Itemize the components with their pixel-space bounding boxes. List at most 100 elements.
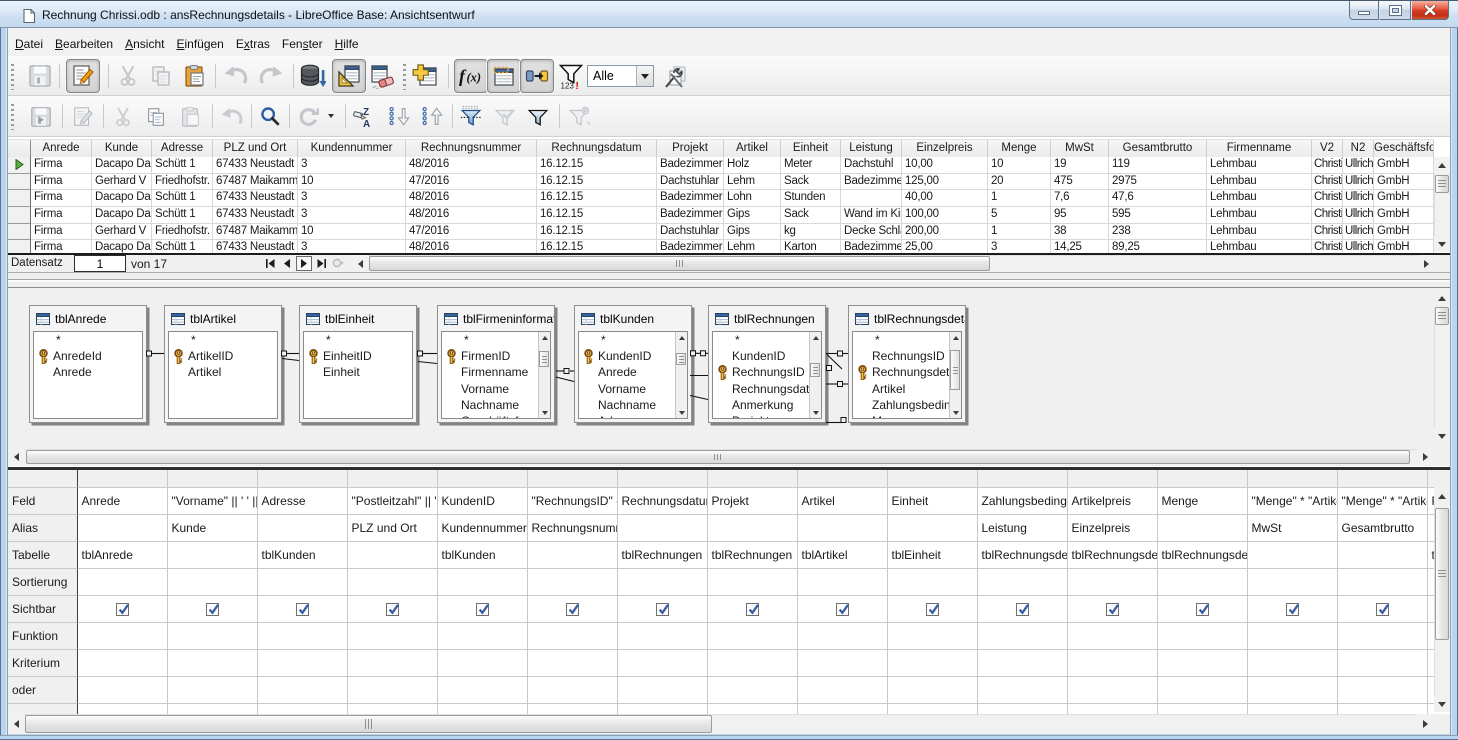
table-cell[interactable]: 595 [1109, 207, 1207, 224]
table-cell[interactable]: Dacapo Dac [92, 207, 152, 224]
grid-cell-oder[interactable] [258, 677, 348, 704]
scroll-down-arrow[interactable] [950, 407, 961, 418]
grid-cell-tabelle[interactable]: tblKunden [258, 542, 348, 569]
table-cell[interactable]: 1 [988, 224, 1051, 241]
grid-cell-oder[interactable] [1338, 677, 1428, 704]
table-cell[interactable]: 48/2016 [406, 207, 537, 224]
scroll-up-arrow[interactable] [950, 332, 961, 343]
diagram-table-tblFirmeninformationen[interactable]: tblFirmeninformationen*FirmenIDFirmennam… [437, 305, 555, 423]
table-cell[interactable]: 10,00 [902, 157, 988, 174]
column-header[interactable]: Gesamtbrutto [1109, 140, 1207, 158]
table-cell[interactable]: 100,00 [902, 207, 988, 224]
grid-cell-feld[interactable]: "Vorname" || ' ' || [168, 488, 258, 515]
diagram-field[interactable]: Firmenname [442, 364, 550, 380]
grid-cell-oder[interactable] [618, 677, 708, 704]
grid-cell-sortierung[interactable] [348, 569, 438, 596]
sichtbar-checkbox[interactable] [206, 603, 219, 616]
grid-cell-kriterium[interactable] [258, 650, 348, 677]
cut-button[interactable] [111, 59, 145, 93]
diagram-field[interactable]: Anrede [34, 364, 142, 380]
diagram-field[interactable]: * [34, 332, 142, 348]
table-cell[interactable]: Lehmbau [1207, 157, 1312, 174]
table-cell[interactable]: Dacapo Dac [92, 190, 152, 207]
reset-filter-button[interactable] [564, 102, 594, 132]
table-cell[interactable]: Friedhofstr. [152, 224, 213, 241]
grid-cell-sortierung[interactable] [1338, 569, 1428, 596]
paste-button[interactable] [177, 59, 211, 93]
table-hscroll-thumb[interactable] [369, 256, 990, 271]
standard-filter-button[interactable] [523, 102, 553, 132]
grid-cell-funktion[interactable] [708, 623, 798, 650]
toolbar-grip[interactable] [11, 104, 14, 130]
diagram-vscroll-up-arrow[interactable] [1434, 290, 1450, 306]
table-cell[interactable]: 47,6 [1109, 190, 1207, 207]
table-cell[interactable]: Gerhard V [92, 174, 152, 191]
diagram-table-title[interactable]: tblFirmeninformationen [438, 306, 554, 331]
table-cell[interactable]: Christi [1312, 207, 1343, 224]
table-cell[interactable]: Friedhofstr. [152, 174, 213, 191]
grid-cell-sortierung[interactable] [168, 569, 258, 596]
grid-cell-alias[interactable]: Einzelpreis [1068, 515, 1158, 542]
grid-cell-feld[interactable]: Adresse [258, 488, 348, 515]
sichtbar-checkbox[interactable] [476, 603, 489, 616]
sichtbar-checkbox[interactable] [1286, 603, 1299, 616]
undo-button[interactable] [217, 102, 247, 132]
diagram-table-title[interactable]: tblArtikel [165, 306, 281, 331]
diagram-field[interactable]: Anrede [579, 364, 687, 380]
grid-cell-oder[interactable] [708, 677, 798, 704]
column-header[interactable]: V2 [1312, 140, 1343, 158]
table-cell[interactable]: Lehmbau [1207, 207, 1312, 224]
grid-cell-tabelle[interactable]: tblKunden [438, 542, 528, 569]
dropdown-button[interactable] [636, 66, 653, 86]
grid-column-header[interactable] [1068, 470, 1158, 488]
table-cell[interactable]: Lohn [724, 190, 781, 207]
grid-cell-kriterium[interactable] [888, 650, 978, 677]
diagram-field[interactable]: Vorname [579, 381, 687, 397]
last-record-button[interactable] [313, 256, 329, 271]
grid-cell-extra[interactable] [1068, 704, 1158, 714]
table-cell[interactable]: 19 [1051, 157, 1109, 174]
grid-cell-kriterium[interactable] [1338, 650, 1428, 677]
table-cell[interactable]: 67433 Neustadt [213, 157, 298, 174]
table-cell[interactable]: 48/2016 [406, 190, 537, 207]
grid-cell-kriterium[interactable] [978, 650, 1068, 677]
table-cell[interactable]: Meter [781, 157, 841, 174]
column-header[interactable]: Einheit [781, 140, 841, 158]
diagram-field[interactable]: Rechnungsdatum [713, 381, 821, 397]
table-cell[interactable]: Firma [31, 207, 92, 224]
limit-combobox[interactable]: Alle [587, 65, 654, 87]
scroll-up-arrow[interactable] [676, 332, 687, 343]
grid-cell-sortierung[interactable] [258, 569, 348, 596]
grid-cell-alias[interactable]: Rechnungsnummer [528, 515, 618, 542]
sort-ascending-button[interactable] [384, 102, 414, 132]
grid-column-header[interactable] [258, 470, 348, 488]
grid-cell-kriterium[interactable] [168, 650, 258, 677]
clear-query-button[interactable] [365, 59, 399, 93]
edit-mode-button[interactable] [66, 59, 100, 93]
diagram-table-title[interactable]: tblRechnungen [709, 306, 825, 331]
menu-extras[interactable]: Extras [230, 33, 276, 55]
save-button[interactable] [23, 59, 57, 93]
previous-record-button[interactable] [279, 256, 295, 271]
grid-cell-funktion[interactable] [528, 623, 618, 650]
grid-cell-kriterium[interactable] [1068, 650, 1158, 677]
menu-einfuegen[interactable]: Einfügen [170, 33, 229, 55]
grid-cell-funktion[interactable] [1158, 623, 1248, 650]
grid-cell-feld[interactable]: "Menge" * "Artikelpreis" [1248, 488, 1338, 515]
column-header[interactable]: Rechnungsdatum [537, 140, 657, 158]
diagram-field[interactable]: AnredeId [34, 348, 142, 364]
diagram-vscroll-thumb[interactable] [1435, 307, 1449, 325]
column-header[interactable]: Kunde [92, 140, 152, 158]
table-cell[interactable]: 5 [988, 207, 1051, 224]
scrollbar-thumb[interactable] [676, 353, 686, 365]
autofilter-button[interactable] [456, 102, 486, 132]
run-query-button[interactable] [296, 59, 330, 93]
diagram-field[interactable]: RechnungsID [713, 364, 821, 380]
find-record-button[interactable] [255, 102, 285, 132]
grid-cell-alias[interactable] [618, 515, 708, 542]
grid-cell-alias[interactable] [798, 515, 888, 542]
grid-cell-oder[interactable] [1248, 677, 1338, 704]
grid-cell-extra[interactable] [1338, 704, 1428, 714]
table-cell[interactable]: Firma [31, 224, 92, 241]
table-cell[interactable]: Badezimmer [657, 157, 724, 174]
